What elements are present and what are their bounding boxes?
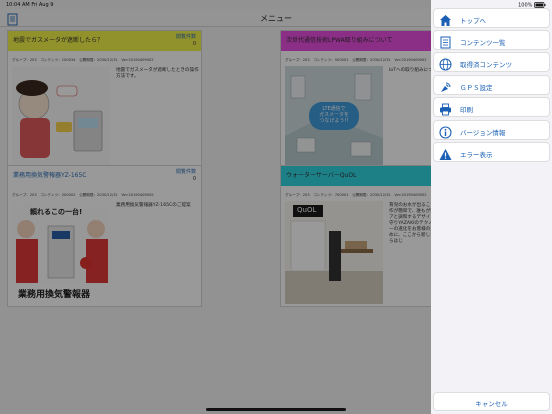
home-indicator[interactable] — [206, 408, 346, 411]
menu-item-label: コンテンツ一覧 — [460, 39, 506, 47]
home-icon — [439, 12, 452, 26]
menu-item-gps-settings[interactable]: ＧＰＳ設定 — [433, 75, 550, 95]
cancel-button[interactable]: キャンセル — [433, 392, 550, 411]
menu-item-label: 印刷 — [460, 106, 473, 114]
menu-item-label: エラー表示 — [460, 151, 493, 159]
warning-icon — [439, 146, 452, 160]
menu-item-label: 取得済コンテンツ — [460, 61, 512, 69]
menu-item-label: トップへ — [460, 17, 486, 25]
menu-item-downloaded-content[interactable]: 取得済コンテンツ — [433, 52, 550, 72]
menu-item-label: バージョン情報 — [460, 129, 506, 137]
info-icon — [439, 124, 452, 139]
menu-item-error-display[interactable]: エラー表示 — [433, 142, 550, 162]
book-icon — [439, 34, 452, 49]
menu-item-version-info[interactable]: バージョン情報 — [433, 120, 550, 140]
menu-side-sheet: 100% トップへ コンテンツ一覧 取得済コンテンツ ＧＰＳ設定 印刷 バージョ… — [431, 0, 552, 414]
printer-icon — [439, 101, 452, 116]
gps-icon — [439, 79, 452, 92]
menu-item-content-list[interactable]: コンテンツ一覧 — [433, 30, 550, 50]
menu-item-label: ＧＰＳ設定 — [460, 84, 493, 92]
globe-icon — [439, 56, 452, 71]
menu-item-print[interactable]: 印刷 — [433, 97, 550, 117]
menu-item-top[interactable]: トップへ — [433, 8, 550, 28]
